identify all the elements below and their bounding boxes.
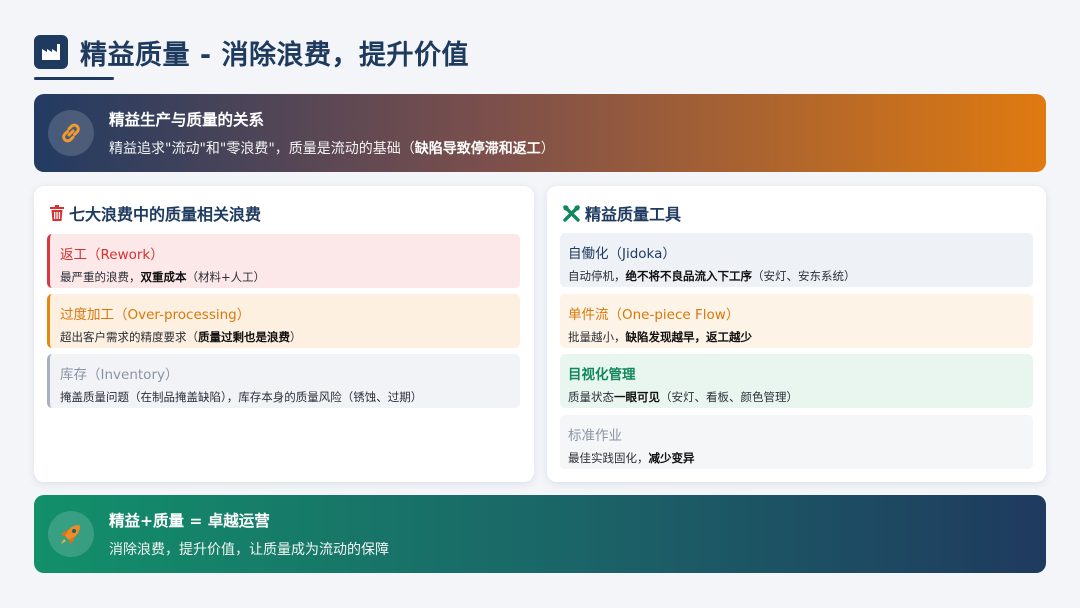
item-description: 掩盖质量问题（在制品掩盖缺陷），库存本身的质量风险（锈蚀、过期） [60,390,423,404]
item-title: 标准作业 [568,428,622,444]
link-icon [48,110,94,156]
page-header: 精益质量 - 消除浪费，提升价值 [34,32,469,72]
banner-title: 精益+质量 = 卓越运营 [109,512,270,530]
item-description: 批量越小，缺陷发现越早，返工越少 [568,330,752,344]
factory-icon [34,35,68,69]
waste-panel: 七大浪费中的质量相关浪费 返工（Rework） 最严重的浪费，双重成本（材料+人… [34,186,534,482]
item-title: 库存（Inventory） [60,367,179,383]
page-title: 精益质量 - 消除浪费，提升价值 [80,39,470,71]
item-description: 最严重的浪费，双重成本（材料+人工） [60,270,266,284]
item-description: 质量状态一眼可见（安灯、看板、颜色管理） [568,390,798,404]
item-title: 返工（Rework） [60,247,164,263]
rocket-icon [48,511,94,557]
panel-heading: 七大浪费中的质量相关浪费 [50,202,261,224]
item-description: 最佳实践固化，减少变异 [568,451,695,465]
tool-item-visual-management: 目视化管理 质量状态一眼可见（安灯、看板、颜色管理） [560,354,1033,408]
tool-item-jidoka: 自働化（Jidoka） 自动停机，绝不将不良品流入下工序（安灯、安东系统） [560,233,1033,287]
item-title: 过度加工（Over-processing） [60,307,251,323]
title-underline [34,77,114,80]
banner-description: 消除浪费，提升价值，让质量成为流动的保障 [109,542,389,558]
tool-item-one-piece-flow: 单件流（One-piece Flow） 批量越小，缺陷发现越早，返工越少 [560,294,1033,348]
banner-title: 精益生产与质量的关系 [109,111,265,129]
excellence-banner: 精益+质量 = 卓越运营 消除浪费，提升价值，让质量成为流动的保障 [34,495,1046,573]
tools-panel: 精益质量工具 自働化（Jidoka） 自动停机，绝不将不良品流入下工序（安灯、安… [547,186,1046,482]
tool-item-standard-work: 标准作业 最佳实践固化，减少变异 [560,415,1033,469]
item-description: 自动停机，绝不将不良品流入下工序（安灯、安东系统） [568,269,856,283]
panel-heading: 精益质量工具 [563,202,681,224]
item-description: 超出客户需求的精度要求（质量过剩也是浪费） [60,330,302,344]
waste-item-rework: 返工（Rework） 最严重的浪费，双重成本（材料+人工） [47,234,520,288]
lean-quality-relation-banner: 精益生产与质量的关系 精益追求"流动"和"零浪费"，质量是流动的基础（缺陷导致停… [34,94,1046,172]
waste-item-over-processing: 过度加工（Over-processing） 超出客户需求的精度要求（质量过剩也是… [47,294,520,348]
waste-item-inventory: 库存（Inventory） 掩盖质量问题（在制品掩盖缺陷），库存本身的质量风险（… [47,354,520,408]
item-title: 单件流（One-piece Flow） [568,307,740,323]
trash-icon [50,205,64,221]
item-title: 目视化管理 [568,367,636,383]
tools-icon [563,204,580,222]
banner-description: 精益追求"流动"和"零浪费"，质量是流动的基础（缺陷导致停滞和返工） [109,141,555,157]
item-title: 自働化（Jidoka） [568,246,676,262]
